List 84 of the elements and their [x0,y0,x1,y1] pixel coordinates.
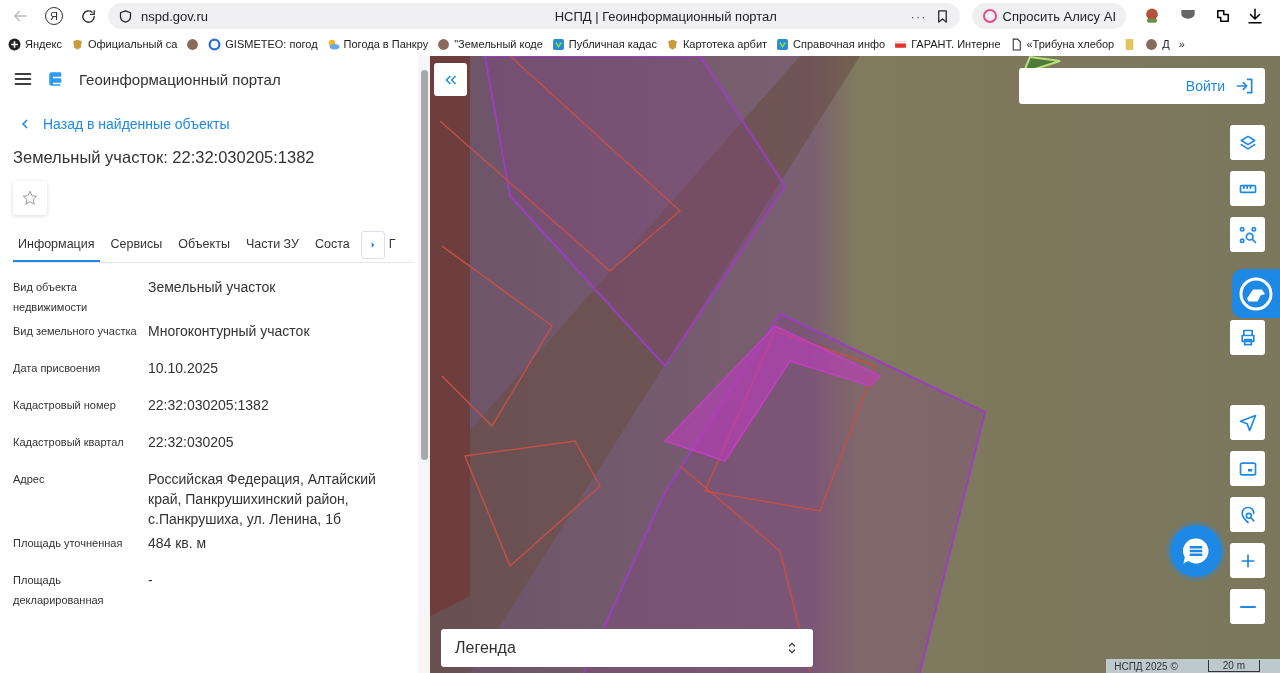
tab[interactable]: Г [386,227,398,262]
layers-button[interactable] [1230,125,1265,160]
site-icon [71,37,84,51]
collapse-panel-button[interactable] [434,63,467,96]
navigation-arrow-icon [1237,412,1258,433]
bookmark[interactable]: Погода в Панкру [326,37,429,51]
tab[interactable]: Информация [13,227,100,262]
feedback-tab[interactable] [1232,269,1280,318]
object-heading: Земельный участок: 22:32:030205:1382 [13,148,316,167]
bookmark[interactable]: Яндекс [8,37,62,51]
back-link[interactable]: Назад в найденные объекты [43,116,230,132]
site-icon [186,37,200,51]
bookmark[interactable]: Публичная кадас [551,37,657,51]
site-icon [665,37,679,51]
bookmark[interactable]: GISMETEO: погод [208,37,318,51]
field-label: Дата присвоения [13,361,102,376]
address-text: nspd.gov.ru [141,8,209,24]
star-icon [21,189,39,207]
area-search-icon [1237,224,1258,245]
field-label: Кадастровый номер [13,398,117,413]
tab[interactable]: Объекты [173,227,235,262]
field-label: Адрес [13,472,46,487]
chat-bubble-icon [1181,536,1211,566]
address-bar[interactable]: nspd.gov.ru НСПД | Геоинформационный портал ··· [108,3,960,29]
app-title: Геоинформационный портал [79,70,281,88]
site-icon [8,37,21,51]
tab[interactable]: Сервисы [105,227,168,262]
field-label: Площадь уточненная [13,536,124,551]
field-label: Площадь декларированная [13,573,105,608]
field-value: 484 кв. м [148,534,208,553]
area-search-button[interactable] [1230,217,1265,252]
page-title: НСПД | Геоинформационный портал [553,8,778,24]
navigation-arrow-button[interactable] [1230,405,1265,440]
zoom-in-button[interactable] [1230,543,1265,578]
zoom-out-button[interactable] [1230,589,1265,624]
field-value: 10.10.2025 [148,359,220,378]
site-icon [551,37,565,51]
chevron-left-icon[interactable] [19,118,31,130]
field-value: Многоконтурный участок [148,322,311,341]
scrollbar[interactable] [418,56,430,673]
field-label: Вид объекта недвижимости [13,280,89,315]
login-icon [1235,76,1255,96]
zoom-out-icon [1239,604,1256,609]
minimap-button[interactable] [1230,451,1265,486]
favorite-button[interactable] [13,181,47,215]
reload-icon [79,7,97,25]
attribution: НСПД 2025 © [1114,660,1178,672]
field-label: Вид земельного участка [13,324,138,339]
site-icon [437,37,451,51]
bookmark[interactable]: Д [1145,37,1170,51]
bookmark[interactable]: "Земельный коде [437,37,543,51]
bookmark[interactable]: Справочная инфо [776,37,886,51]
map-chat-icon [1238,275,1274,312]
more-button[interactable]: ··· [910,8,927,24]
shield-icon [118,8,133,24]
printer-button[interactable] [1230,320,1265,355]
ask-alice-button[interactable]: Спросить Алису AI [971,3,1126,29]
more-bookmarks-button[interactable]: » [1178,38,1185,50]
location-search-button[interactable] [1230,497,1265,532]
legend-dropdown[interactable]: Легенда [441,629,813,667]
bookmark[interactable] [186,37,200,51]
site-icon [1145,37,1159,51]
site-icon [326,37,340,51]
scale-bar: 20 m [1207,660,1260,672]
login-button[interactable]: Войти [1019,68,1265,104]
field-value: Земельный участок [148,278,277,297]
logo-icon [47,70,65,88]
bookmark[interactable]: «Трибуна хлебор [1009,37,1115,51]
ring-icon [981,8,998,24]
field-value: 22:32:030205 [148,433,235,452]
download-icon[interactable] [1246,7,1264,25]
bookmark[interactable]: Картотека арбит [665,37,768,51]
bookmark[interactable]: Официальный са [71,37,178,51]
field-label: Кадастровый квартал [13,435,125,450]
tab[interactable]: Части ЗУ [240,227,304,262]
ruler-button[interactable] [1230,171,1265,206]
site-icon [776,37,790,51]
bookmark[interactable]: ГАРАНТ. Интерне [894,37,1001,51]
tab[interactable]: Соста [310,227,355,262]
site-icon [208,37,222,51]
field-value: 22:32:030205:1382 [148,396,270,415]
puzzle-icon[interactable] [1214,7,1232,25]
field-value: - [148,571,154,590]
field-value: Российская Федерация, Алтайский край, Панкрушихинский район, с.Панкрушиха, ул. Ленина, 1б [148,470,377,529]
